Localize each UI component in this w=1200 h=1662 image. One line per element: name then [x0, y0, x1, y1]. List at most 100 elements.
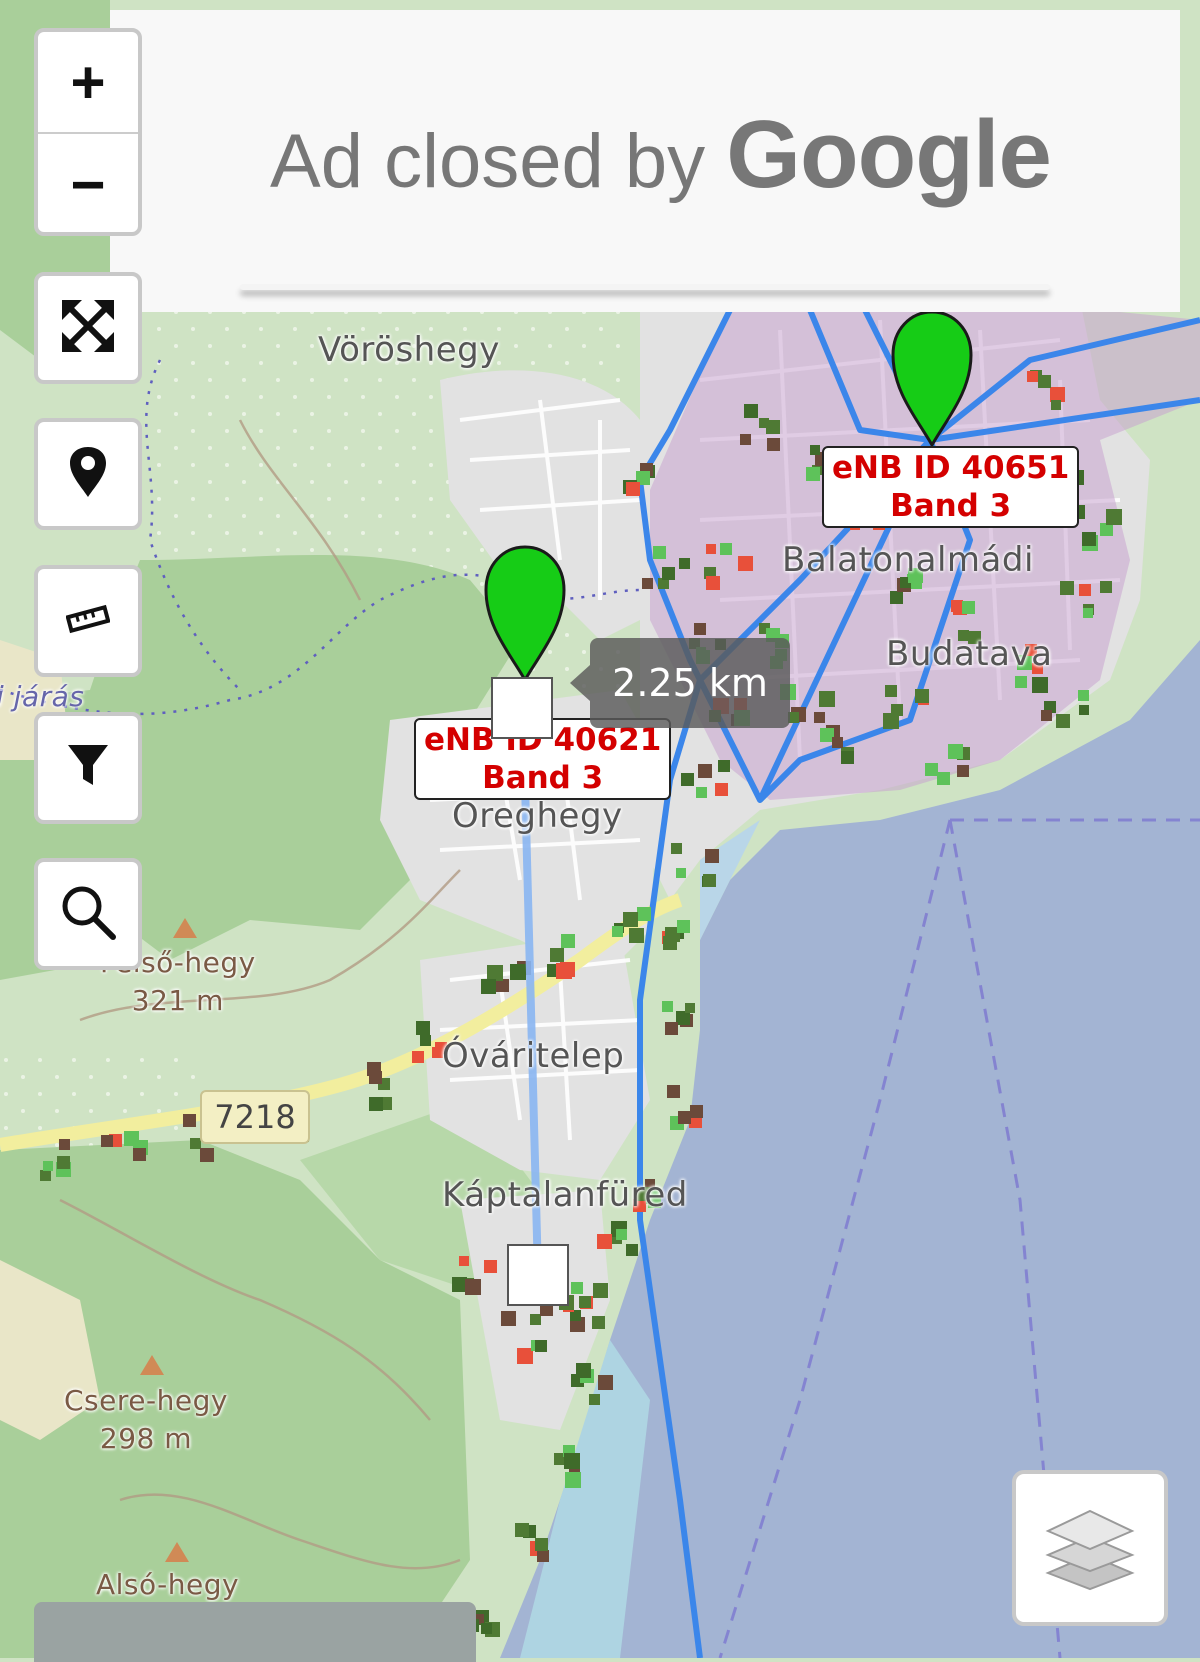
signal-pixel [698, 764, 712, 778]
place-label-oreghegy: Öreghegy [452, 796, 623, 836]
signal-pixel [715, 783, 728, 796]
signal-pixel [487, 965, 503, 981]
signal-pixel [43, 1161, 53, 1171]
signal-pixel [1056, 714, 1070, 728]
signal-pixel [626, 482, 640, 496]
signal-pixel [481, 1623, 492, 1634]
signal-pixel [367, 1062, 381, 1076]
signal-pixel [416, 1021, 430, 1035]
signal-pixel [530, 1314, 541, 1325]
signal-pixel [1060, 581, 1074, 595]
locate-button[interactable] [34, 418, 142, 530]
layers-button[interactable] [1012, 1470, 1168, 1626]
signal-pixel [1032, 677, 1048, 693]
signal-pixel [571, 1282, 583, 1294]
ad-banner: Ad closed by Google [110, 10, 1180, 312]
signal-pixel [537, 1550, 549, 1562]
signal-pixel [510, 964, 526, 980]
signal-pixel [883, 713, 899, 729]
signal-pixel [59, 1139, 70, 1150]
signal-pixel [676, 868, 686, 878]
peak-label-csere-hegy: Csere-hegy 298 m [64, 1382, 228, 1458]
signal-pixel [597, 1234, 612, 1249]
signal-pixel [1083, 608, 1093, 618]
measure-handle-start[interactable] [491, 677, 553, 739]
signal-pixel [200, 1148, 214, 1162]
signal-pixel [589, 1394, 600, 1405]
signal-pixel [1078, 690, 1089, 701]
search-icon [38, 862, 138, 962]
signal-pixel [915, 689, 929, 703]
road-number-shield: 7218 [200, 1090, 310, 1144]
signal-pixel [517, 1348, 533, 1364]
signal-pixel [1082, 532, 1096, 546]
zoom-in-button[interactable]: + [38, 32, 138, 132]
signal-pixel [598, 1375, 613, 1390]
place-label-jaras: i járás [0, 680, 85, 713]
signal-pixel [40, 1170, 51, 1181]
fullscreen-button[interactable] [34, 272, 142, 384]
signal-pixel [841, 751, 854, 764]
bottom-panel-handle[interactable] [34, 1602, 476, 1662]
signal-pixel [637, 907, 651, 921]
signal-pixel [576, 1363, 591, 1378]
signal-pixel [676, 1011, 690, 1025]
zoom-out-button[interactable]: − [38, 132, 138, 234]
signal-pixel [124, 1131, 139, 1146]
zoom-control: + − [34, 28, 142, 236]
signal-pixel [612, 926, 623, 937]
signal-pixel [678, 1111, 691, 1124]
signal-pixel [369, 1097, 383, 1111]
ruler-button[interactable] [34, 565, 142, 677]
place-label-ovaritelep: Óváritelep [442, 1036, 625, 1076]
signal-pixel [705, 849, 719, 863]
ad-closed-text: Ad closed by Google [270, 100, 1052, 210]
signal-pixel [642, 578, 653, 589]
signal-pixel [535, 1538, 548, 1551]
ruler-icon [38, 569, 138, 669]
enb-band: Band 3 [890, 488, 1012, 524]
signal-pixel [814, 712, 825, 723]
signal-pixel [744, 404, 758, 418]
peak-name: Csere-hegy [64, 1384, 228, 1417]
signal-pixel [662, 1001, 673, 1012]
measure-handle-end[interactable] [507, 1244, 569, 1306]
ad-shadow [240, 284, 1050, 290]
signal-pixel [738, 556, 753, 571]
search-button[interactable] [34, 858, 142, 970]
signal-pixel [592, 1316, 605, 1329]
signal-pixel [696, 787, 707, 798]
peak-elevation: 298 m [99, 1422, 193, 1455]
peak-label-also-hegy: Alsó-hegy [96, 1568, 240, 1601]
signal-pixel [810, 445, 820, 455]
signal-pixel [677, 920, 690, 933]
signal-pixel [459, 1256, 469, 1266]
signal-pixel [720, 543, 732, 555]
signal-pixel [679, 558, 690, 569]
signal-pixel [535, 1340, 547, 1352]
signal-pixel [1050, 387, 1065, 402]
signal-pixel [626, 1244, 638, 1256]
signal-pixel [653, 546, 666, 559]
signal-pixel [937, 772, 950, 785]
signal-pixel [412, 1051, 424, 1063]
signal-pixel [690, 1105, 703, 1118]
signal-pixel [665, 1022, 678, 1035]
signal-pixel [629, 928, 644, 943]
filter-button[interactable] [34, 712, 142, 824]
zoom-out-icon: − [70, 150, 106, 218]
place-label-voroshegy: Vöröshegy [318, 330, 500, 370]
signal-pixel [662, 567, 675, 580]
google-logo-text: Google [726, 101, 1052, 208]
signal-pixel [57, 1156, 70, 1169]
signal-pixel [663, 936, 677, 950]
signal-pixel [706, 576, 720, 590]
enb-label-40651[interactable]: eNB ID 40651 Band 3 [822, 446, 1080, 528]
signal-pixel [759, 418, 769, 428]
signal-pixel [452, 1277, 467, 1292]
signal-pixel [515, 1523, 529, 1537]
signal-pixel [1015, 676, 1027, 688]
ad-closed-prefix: Ad closed by [270, 119, 706, 204]
signal-pixel [740, 434, 751, 445]
signal-pixel [420, 1035, 431, 1046]
